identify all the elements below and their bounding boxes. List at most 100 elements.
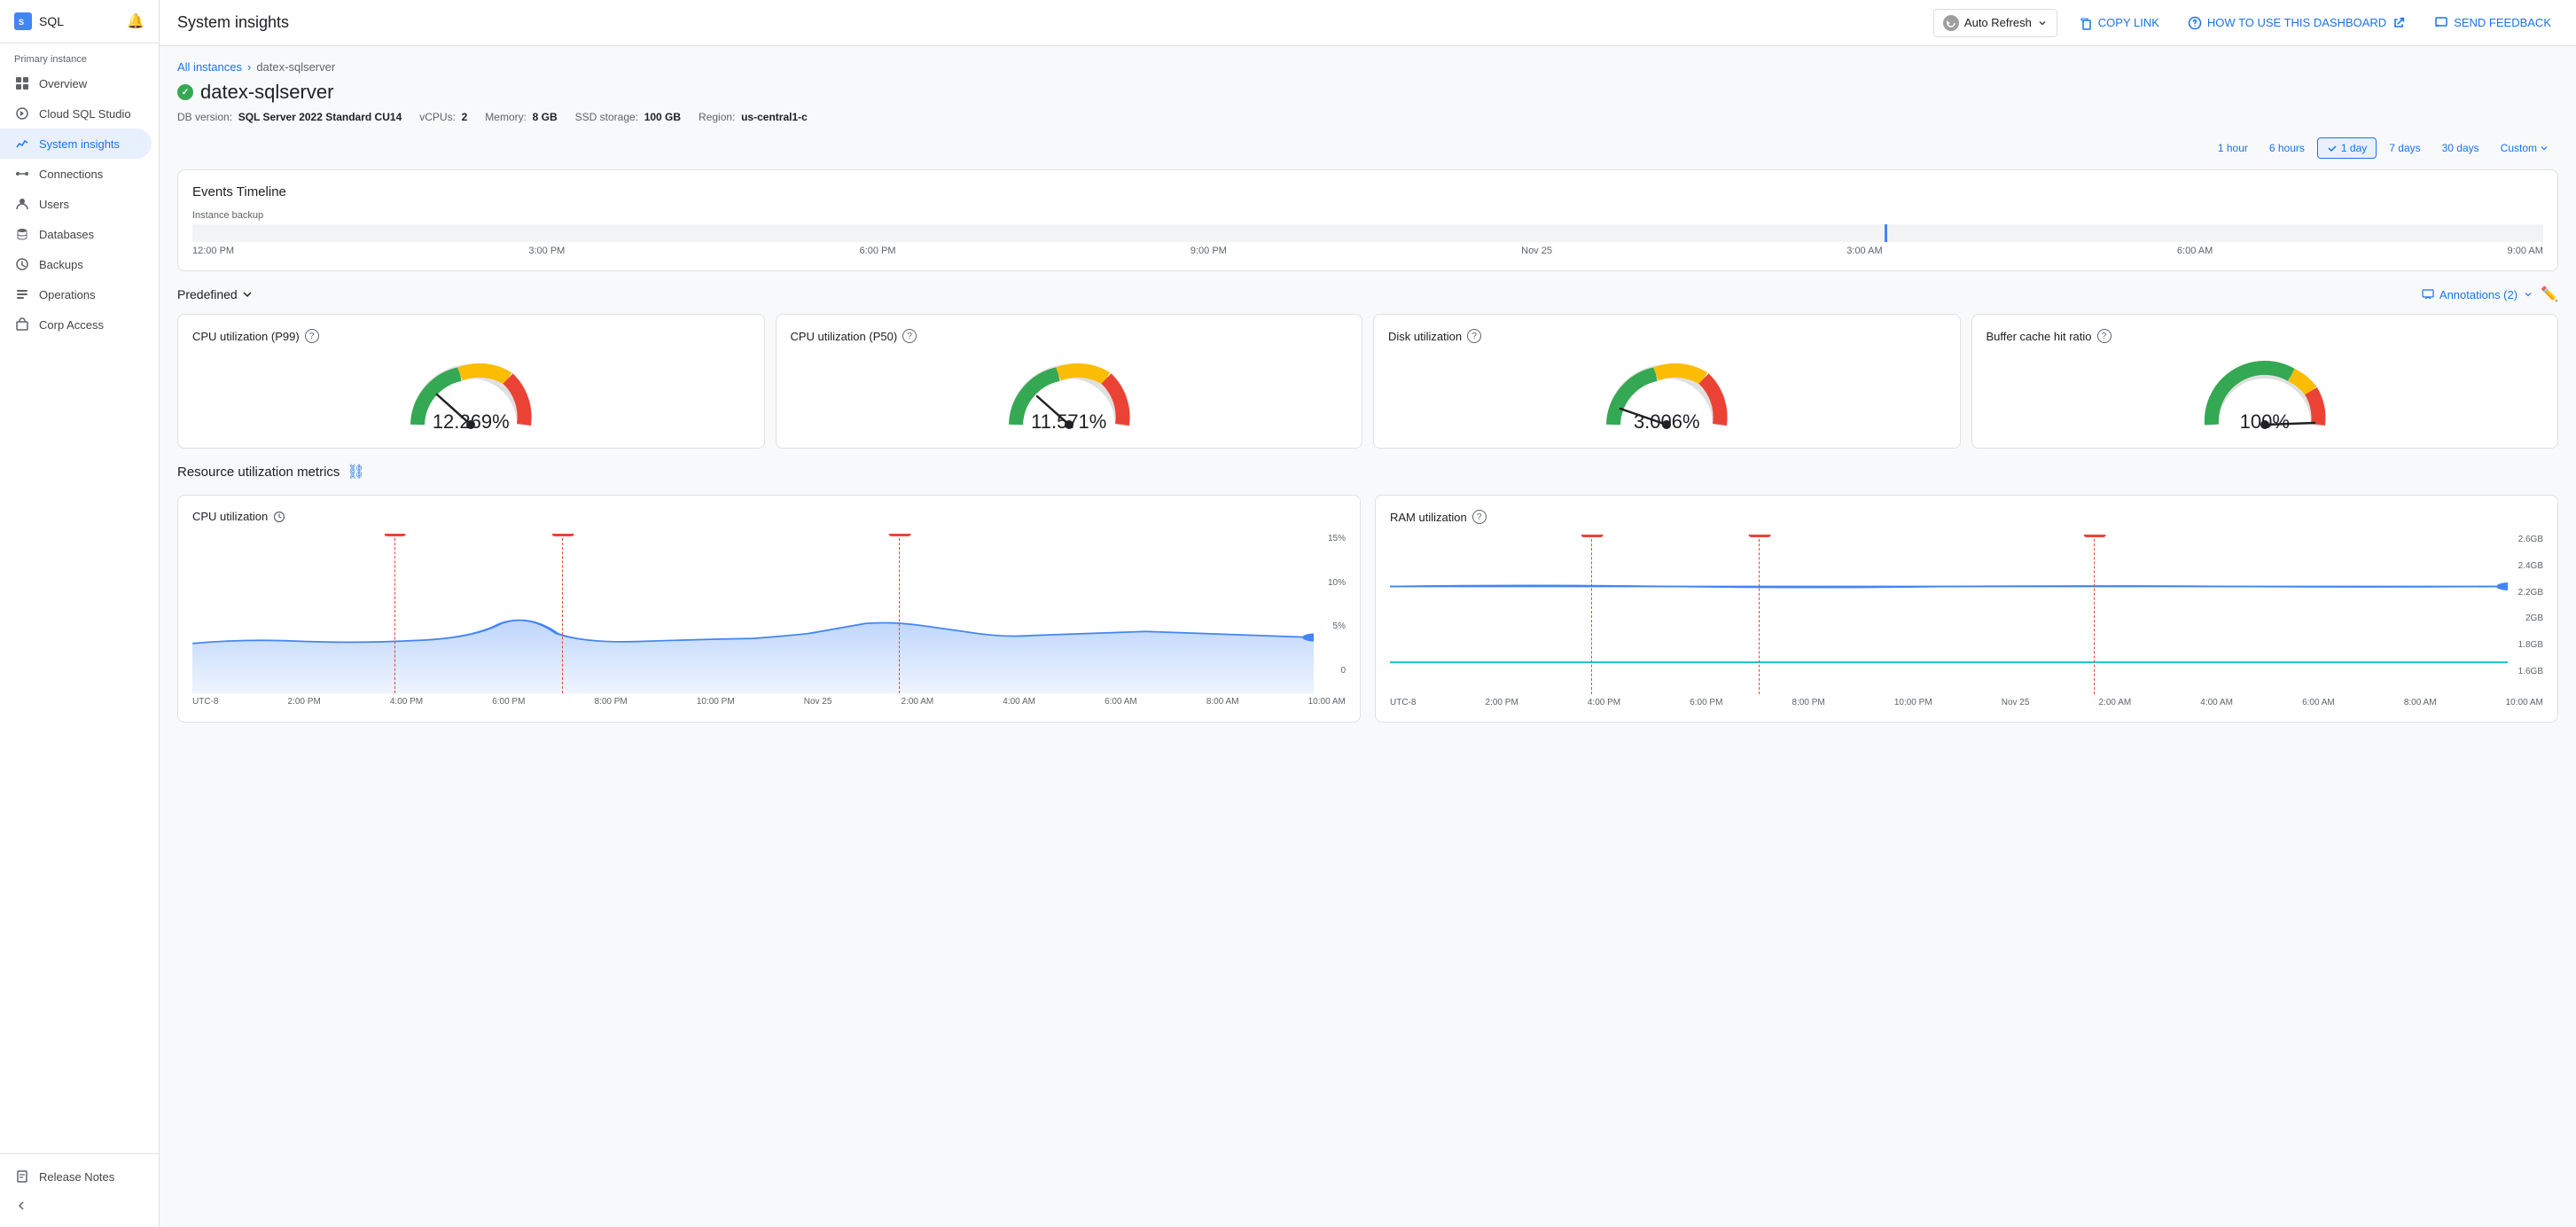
cpu-chart-card: CPU utilization 3 🔺 3 🔺 6 🔺 — [177, 495, 1361, 723]
edit-button[interactable]: ✏️ — [2541, 285, 2558, 303]
instance-meta: DB version: SQL Server 2022 Standard CU1… — [177, 111, 2558, 123]
cpu-alert-badge-3: 6 🔺 — [889, 534, 911, 536]
page-title: System insights — [177, 13, 289, 32]
ram-x-4: 8:00 PM — [1792, 698, 1825, 707]
time-btn-custom[interactable]: Custom — [2492, 138, 2558, 158]
cpu-x-7: 2:00 AM — [902, 697, 934, 707]
help-icon-ram[interactable]: ? — [1472, 510, 1487, 524]
cpu-x-axis: UTC-8 2:00 PM 4:00 PM 6:00 PM 8:00 PM 10… — [192, 697, 1346, 707]
gauge-value-cpu-p99: 12.269% — [433, 410, 510, 434]
time-btn-1day[interactable]: 1 day — [2317, 137, 2377, 159]
sidebar-item-label-insights: System insights — [39, 137, 120, 151]
instance-region: Region: us-central1-c — [699, 111, 808, 123]
sidebar-item-system-insights[interactable]: System insights — [0, 129, 152, 159]
content-area: All instances › datex-sqlserver datex-sq… — [160, 46, 2576, 1227]
studio-icon — [14, 106, 30, 121]
cpu-x-11: 10:00 AM — [1308, 697, 1346, 707]
axis-label-6: 6:00 AM — [2177, 246, 2213, 256]
help-icon-buffer[interactable]: ? — [2097, 329, 2112, 343]
ram-x-0: UTC-8 — [1390, 698, 1416, 707]
gauge-title-cpu-p50: CPU utilization (P50) ? — [791, 329, 1348, 343]
annotations-button[interactable]: Annotations (2) — [2422, 288, 2533, 301]
help-icon-disk[interactable]: ? — [1467, 329, 1481, 343]
help-icon-cpu-p99[interactable]: ? — [305, 329, 319, 343]
ram-x-5: 10:00 PM — [1894, 698, 1932, 707]
time-btn-6hours[interactable]: 6 hours — [2260, 138, 2314, 158]
sidebar-item-connections[interactable]: Connections — [0, 159, 152, 189]
sidebar-collapse-btn[interactable] — [0, 1192, 159, 1220]
sidebar-item-corp-access[interactable]: Corp Access — [0, 309, 152, 340]
ram-chart-area: 3 🔺 3 🔺 6 🔺 — [1390, 535, 2543, 694]
sidebar-item-backups[interactable]: Backups — [0, 249, 152, 279]
sidebar-item-users[interactable]: Users — [0, 189, 152, 219]
timeline-axis: 12:00 PM 3:00 PM 6:00 PM 9:00 PM Nov 25 … — [192, 246, 2543, 256]
predefined-actions: Annotations (2) ✏️ — [2422, 285, 2558, 303]
clock-icon — [273, 511, 285, 523]
time-btn-30days[interactable]: 30 days — [2433, 138, 2488, 158]
sidebar-header: S SQL 🔔 — [0, 0, 159, 43]
cpu-chart-area: 3 🔺 3 🔺 6 🔺 — [192, 534, 1346, 693]
time-btn-1hour[interactable]: 1 hour — [2209, 138, 2257, 158]
charts-row: CPU utilization 3 🔺 3 🔺 6 🔺 — [177, 495, 2558, 723]
resource-metrics-link-icon[interactable]: ⛓ — [347, 463, 364, 481]
instance-name: datex-sqlserver — [200, 81, 333, 104]
gauge-value-cpu-p50: 11.571% — [1031, 410, 1106, 434]
sidebar-section-label: Primary instance — [0, 43, 159, 68]
sidebar-item-label-backups: Backups — [39, 258, 83, 271]
sidebar-item-label-corp-access: Corp Access — [39, 318, 104, 332]
backups-icon — [14, 256, 30, 272]
ram-chart-card: RAM utilization ? 3 🔺 3 🔺 6 🔺 — [1375, 495, 2558, 723]
databases-icon — [14, 226, 30, 242]
gauge-value-buffer: 100% — [2240, 410, 2290, 434]
instance-vcpus: vCPUs: 2 — [419, 111, 467, 123]
help-icon-cpu-p50[interactable]: ? — [902, 329, 917, 343]
cpu-x-2: 4:00 PM — [390, 697, 423, 707]
cpu-chart-inner: 3 🔺 3 🔺 6 🔺 — [192, 534, 1314, 693]
axis-label-5: 3:00 AM — [1846, 246, 1882, 256]
send-feedback-button[interactable]: SEND FEEDBACK — [2427, 11, 2558, 35]
send-feedback-label: SEND FEEDBACK — [2454, 16, 2551, 29]
cpu-x-6: Nov 25 — [804, 697, 832, 707]
sidebar-item-cloud-sql-studio[interactable]: Cloud SQL Studio — [0, 98, 152, 129]
app-title: SQL — [39, 14, 64, 28]
ram-x-10: 8:00 AM — [2404, 698, 2437, 707]
sidebar-item-label-users: Users — [39, 198, 69, 211]
cpu-chart-title: CPU utilization — [192, 510, 1346, 523]
copy-link-label: COPY LINK — [2098, 16, 2159, 29]
gauge-container-disk: 3.006% — [1596, 354, 1737, 434]
gauge-value-disk: 3.006% — [1634, 410, 1700, 434]
sidebar-item-overview[interactable]: Overview — [0, 68, 152, 98]
sidebar-item-label-overview: Overview — [39, 77, 87, 90]
auto-refresh-button[interactable]: Auto Refresh — [1933, 9, 2057, 37]
ram-y-18: 1.8GB — [2518, 640, 2543, 650]
gauge-card-disk: Disk utilization ? 3.006% — [1373, 314, 1961, 449]
ram-chart-title: RAM utilization ? — [1390, 510, 2543, 524]
ram-alert-1: 3 🔺 — [1591, 535, 1592, 694]
predefined-dropdown-button[interactable]: Predefined — [177, 287, 254, 301]
time-btn-7days[interactable]: 7 days — [2380, 138, 2429, 158]
ram-alert-badge-3: 6 🔺 — [2084, 535, 2106, 537]
axis-label-7: 9:00 AM — [2508, 246, 2543, 256]
how-to-button[interactable]: HOW TO USE THIS DASHBOARD — [2181, 11, 2413, 35]
cpu-alert-1: 3 🔺 — [394, 534, 395, 693]
how-to-label: HOW TO USE THIS DASHBOARD — [2207, 16, 2386, 29]
breadcrumb: All instances › datex-sqlserver — [177, 60, 2558, 74]
sidebar-item-operations[interactable]: Operations — [0, 279, 152, 309]
cpu-x-5: 10:00 PM — [697, 697, 735, 707]
sidebar-bottom: Release Notes — [0, 1153, 159, 1227]
sidebar-item-release-notes[interactable]: Release Notes — [0, 1161, 152, 1192]
copy-link-button[interactable]: COPY LINK — [2072, 11, 2166, 35]
instance-storage: SSD storage: 100 GB — [575, 111, 681, 123]
sidebar-item-label-connections: Connections — [39, 168, 103, 181]
operations-icon — [14, 286, 30, 302]
bell-icon[interactable]: 🔔 — [127, 12, 144, 30]
refresh-icon — [1943, 15, 1959, 31]
cpu-x-8: 4:00 AM — [1003, 697, 1035, 707]
cpu-x-10: 8:00 AM — [1206, 697, 1239, 707]
ram-x-9: 6:00 AM — [2302, 698, 2335, 707]
breadcrumb-all-instances[interactable]: All instances — [177, 60, 242, 74]
sidebar-item-databases[interactable]: Databases — [0, 219, 152, 249]
axis-label-4: Nov 25 — [1521, 246, 1552, 256]
gauge-card-cpu-p99: CPU utilization (P99) ? — [177, 314, 765, 449]
ram-chart-svg — [1390, 535, 2508, 694]
